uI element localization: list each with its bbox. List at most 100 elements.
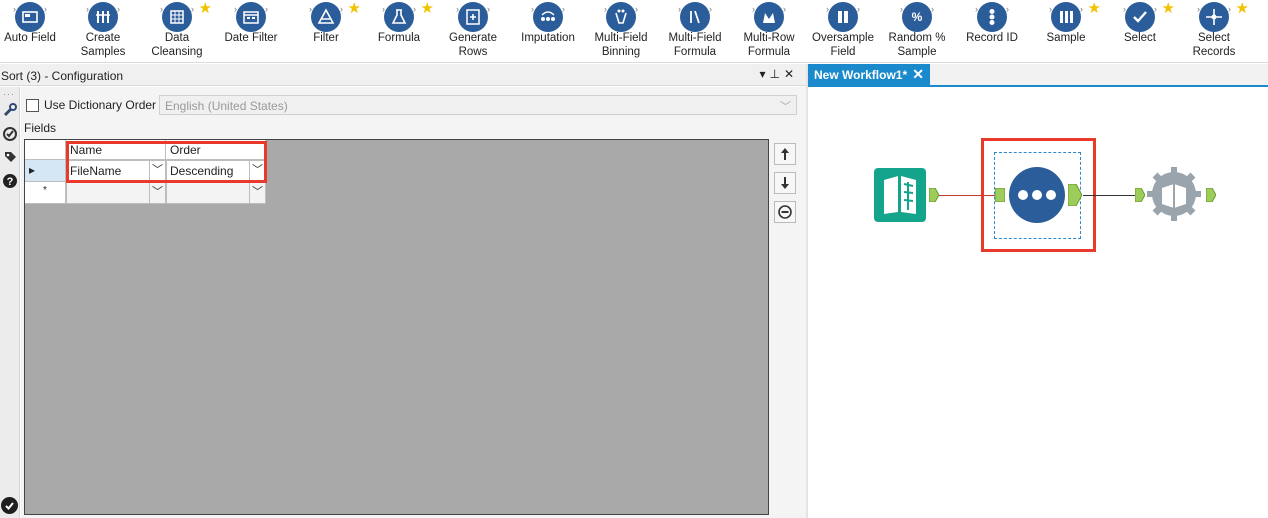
tool-sample[interactable]: › › ★ Sample — [1029, 0, 1103, 63]
minus-circle-icon — [778, 205, 792, 219]
fields-label: Fields — [24, 121, 57, 135]
grid-corner — [25, 140, 66, 160]
pin-icon[interactable]: ⊥ — [769, 67, 783, 81]
star-icon: ★ — [1235, 0, 1249, 17]
close-panel-icon[interactable]: ✕ — [784, 67, 798, 81]
use-dictionary-checkbox[interactable] — [26, 99, 39, 112]
tool-label: Random % Sample — [888, 32, 946, 58]
tool-label: Date Filter — [224, 32, 278, 44]
random-sample-icon: % — [902, 2, 932, 32]
chevron-right-icon: › — [265, 4, 268, 14]
chevron-right-icon: › — [931, 4, 934, 14]
tab-new-workflow[interactable]: New Workflow1* ✕ — [808, 64, 930, 87]
tool-multi-field-formula[interactable]: › › Multi-Field Formula — [658, 0, 732, 63]
tool-select-records[interactable]: › › ★ Select Records — [1177, 0, 1251, 63]
panel-controls: ▾⊥✕ — [759, 67, 798, 81]
svg-text:%: % — [912, 10, 923, 24]
tool-imputation[interactable]: › › Imputation — [511, 0, 585, 63]
output-anchor-icon[interactable] — [1206, 188, 1216, 202]
tool-highlight-box — [981, 138, 1096, 252]
chevron-right-icon: › — [1080, 4, 1083, 14]
tool-multi-field-binning[interactable]: › › Multi-Field Binning — [584, 0, 658, 63]
highlight-box — [66, 141, 267, 183]
chevron-right-icon: › — [340, 4, 343, 14]
remove-row-button[interactable] — [774, 201, 796, 223]
config-panel-title: Sort (3) - Configuration — [1, 69, 124, 83]
tool-label: Data Cleansing — [151, 32, 203, 58]
star-icon: ★ — [420, 0, 434, 17]
chevron-right-icon: › — [44, 4, 47, 14]
star-icon: ★ — [198, 0, 212, 17]
tool-random-sample[interactable]: ›% › Random % Sample — [880, 0, 954, 63]
help-icon[interactable]: ? — [1, 172, 18, 189]
row-indicator[interactable]: ▸ — [25, 160, 66, 182]
chevron-down-icon: ﹀ — [249, 183, 265, 203]
tool-label: Filter — [313, 32, 339, 44]
multi-field-binning-icon — [606, 2, 636, 32]
input-anchor-icon[interactable] — [1135, 188, 1145, 202]
tool-label: Select Records — [1192, 32, 1236, 58]
oversample-field-icon — [828, 2, 858, 32]
workflow-canvas[interactable] — [808, 88, 1268, 518]
chevron-right-icon: › — [117, 4, 120, 14]
select-records-icon — [1199, 2, 1229, 32]
grip-icon: ··· — [3, 89, 15, 99]
language-value: English (United States) — [165, 99, 288, 113]
tool-label: Imputation — [521, 32, 575, 44]
tool-label: Oversample Field — [812, 32, 874, 58]
tool-label: Multi-Row Formula — [743, 32, 795, 58]
new-row-indicator[interactable]: * — [25, 182, 66, 204]
tag-icon[interactable] — [1, 148, 18, 165]
workflow-tab-bar: New Workflow1* ✕ — [808, 64, 1268, 87]
chevron-right-icon: › — [191, 4, 194, 14]
arrow-up-icon — [781, 148, 789, 160]
move-up-button[interactable] — [774, 143, 796, 165]
chevron-right-icon: › — [635, 4, 638, 14]
tool-data-cleansing[interactable]: › › ★ Data Cleansing — [140, 0, 214, 63]
star-icon: ★ — [1161, 0, 1175, 17]
config-side-strip: ··· ? — [0, 87, 20, 518]
tool-label: Auto Field — [4, 32, 56, 44]
formula-icon — [384, 2, 414, 32]
new-field-name-select[interactable]: ﹀ — [66, 182, 166, 204]
tool-label: Multi-Field Formula — [668, 32, 722, 58]
annotation-icon[interactable] — [1, 125, 18, 142]
panel-menu-icon[interactable]: ▾ — [759, 67, 769, 81]
close-tab-icon[interactable]: ✕ — [912, 66, 924, 83]
chevron-right-icon: › — [783, 4, 786, 14]
move-down-button[interactable] — [774, 172, 796, 194]
chevron-right-icon: › — [487, 4, 490, 14]
chevron-right-icon: › — [562, 4, 565, 14]
tool-create-samples[interactable]: › › Create Samples — [66, 0, 140, 63]
output-anchor-icon[interactable] — [929, 188, 939, 202]
chevron-right-icon: › — [709, 4, 712, 14]
tool-filter[interactable]: › › ★ Filter — [289, 0, 363, 63]
language-dropdown[interactable]: English (United States) ﹀ — [159, 95, 797, 115]
valid-check-icon — [1, 497, 18, 514]
tab-label: New Workflow1* — [814, 68, 908, 82]
browse-tool[interactable] — [1146, 166, 1202, 222]
tool-formula[interactable]: › › ★ Formula — [362, 0, 436, 63]
tool-label: Formula — [377, 32, 421, 44]
connection-line[interactable] — [1083, 195, 1135, 196]
tool-label: Multi-Field Binning — [594, 32, 648, 58]
tool-label: Generate Rows — [449, 32, 497, 58]
new-sort-order-select[interactable]: ﹀ — [166, 182, 266, 204]
tool-record-id[interactable]: › › Record ID — [955, 0, 1029, 63]
config-body: Use Dictionary Order English (United Sta… — [21, 87, 806, 518]
tool-multi-row-formula[interactable]: › › Multi-Row Formula — [732, 0, 806, 63]
input-data-tool[interactable] — [874, 168, 926, 222]
wrench-icon[interactable] — [1, 101, 18, 118]
tool-generate-rows[interactable]: › › Generate Rows — [436, 0, 510, 63]
record-id-icon — [977, 2, 1007, 32]
tool-date-filter[interactable]: › › Date Filter — [214, 0, 288, 63]
tool-auto-field[interactable]: › › Auto Field — [0, 0, 67, 63]
star-icon: ★ — [1087, 0, 1101, 17]
chevron-right-icon: › — [413, 4, 416, 14]
data-cleansing-icon — [162, 2, 192, 32]
tool-select[interactable]: › › ★ Select — [1103, 0, 1177, 63]
chevron-right-icon: › — [1228, 4, 1231, 14]
tool-palette: › › Auto Field › › Create Samples › › ★ Data Clea… — [0, 0, 1268, 63]
tool-oversample-field[interactable]: › › Oversample Field — [806, 0, 880, 63]
sample-icon — [1051, 2, 1081, 32]
